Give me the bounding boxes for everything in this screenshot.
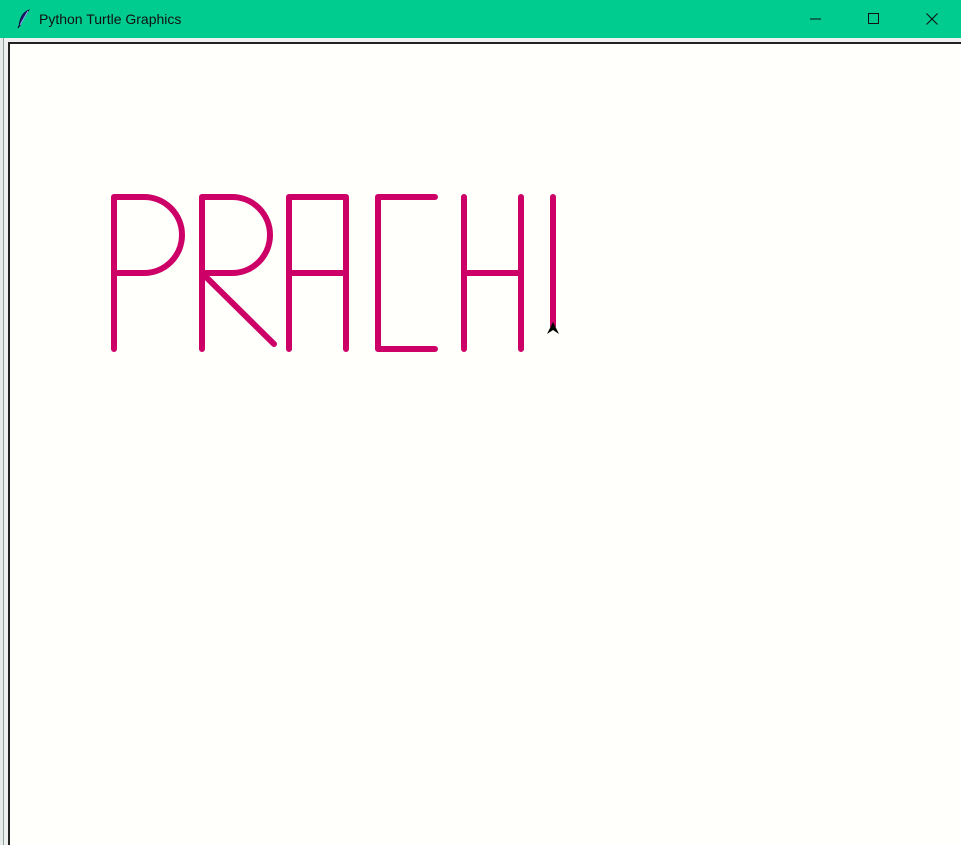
close-button[interactable] <box>903 0 961 38</box>
turtle-window: Python Turtle Graphics <box>0 0 961 845</box>
window-title: Python Turtle Graphics <box>39 11 182 27</box>
letter-c <box>375 194 438 352</box>
letter-p <box>111 194 185 352</box>
turtle-cursor <box>547 322 559 334</box>
feather-icon <box>16 9 32 29</box>
letter-r <box>199 194 277 352</box>
minimize-icon <box>810 18 821 20</box>
canvas-frame <box>3 38 961 845</box>
maximize-button[interactable] <box>845 0 903 38</box>
minimize-button[interactable] <box>787 0 845 38</box>
turtle-canvas[interactable] <box>8 42 961 845</box>
drawing-surface <box>111 194 559 352</box>
title-bar[interactable]: Python Turtle Graphics <box>0 0 961 38</box>
letter-a <box>286 194 349 352</box>
maximize-icon <box>868 13 879 24</box>
close-icon <box>926 13 938 25</box>
letter-h <box>461 194 524 352</box>
window-controls <box>787 0 961 38</box>
